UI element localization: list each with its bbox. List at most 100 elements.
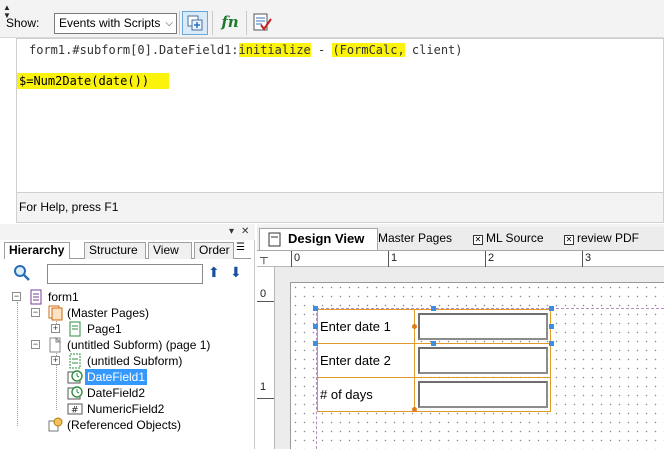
script-code-line[interactable]: $=Num2Date(date()) (17, 73, 170, 89)
show-events-dropdown[interactable]: Events with Scripts ⌵ (54, 13, 177, 34)
close-icon[interactable]: ✕ (564, 235, 574, 245)
form-icon (30, 289, 42, 305)
hierarchy-panel: ▾ ✕ Hierarchy Structure View Order ☰ ⬆ ⬇… (0, 224, 255, 449)
insert-script-icon (187, 15, 203, 31)
tab-structure[interactable]: Structure (84, 242, 146, 259)
help-text: For Help, press F1 (19, 200, 119, 214)
check-script-syntax-button[interactable] (250, 11, 276, 35)
tree-item-label: (untitled Subform) (page 1) (67, 338, 211, 352)
date-field-icon (67, 386, 83, 400)
tab-design-view[interactable]: Design View (259, 228, 378, 250)
referenced-objects-icon (48, 417, 63, 432)
script-header: form1.#subform[0].DateField1:initialize … (29, 43, 463, 57)
ruler-tick (291, 251, 292, 267)
hierarchy-search-input[interactable] (47, 264, 203, 284)
script-editor[interactable]: form1.#subform[0].DateField1:initialize … (16, 38, 664, 193)
tab-view-label: View (153, 243, 179, 257)
expand-icon[interactable]: + (51, 356, 60, 365)
resize-handle[interactable] (549, 341, 554, 346)
anchor-point (412, 407, 417, 412)
tab-structure-label: Structure (89, 243, 138, 257)
panel-close-icon[interactable]: ✕ (241, 226, 249, 237)
toolbar-separator (212, 11, 213, 35)
field-caption: # of days (318, 378, 415, 411)
ruler-h-label: 1 (391, 252, 398, 264)
script-run-at: client) (404, 43, 463, 57)
move-down-icon[interactable]: ⬇ (230, 264, 242, 281)
horizontal-ruler: ┬ 0 1 2 3 (257, 250, 664, 267)
ruler-h-label: 3 (585, 252, 592, 264)
collapse-icon[interactable]: − (12, 292, 21, 301)
tab-preview-pdf-label: review PDF (577, 231, 640, 245)
page-icon (69, 321, 81, 337)
tree-item-label: Page1 (87, 322, 122, 336)
check-syntax-icon (253, 13, 272, 31)
resize-handle[interactable] (431, 306, 436, 311)
tab-master-pages[interactable]: Master Pages (378, 228, 466, 250)
functions-icon: fn (221, 13, 239, 31)
field-value-box[interactable] (418, 347, 548, 374)
panel-menu-icon[interactable]: ▾ (229, 226, 234, 237)
tab-xml-source[interactable]: ✕ ML Source (473, 228, 557, 250)
tree-item-label: (Referenced Objects) (67, 418, 182, 432)
ruler-v-label: 0 (260, 288, 267, 300)
resize-handle[interactable] (549, 306, 554, 311)
date-field-1[interactable]: Enter date 1 (317, 309, 551, 344)
date-field-2[interactable]: Enter date 2 (317, 343, 551, 378)
field-value-box[interactable] (418, 381, 548, 408)
tree-item-label: (untitled Subform) (87, 354, 183, 368)
tab-xml-source-label: ML Source (486, 231, 544, 245)
field-caption: Enter date 1 (318, 310, 415, 343)
ruler-tick (257, 301, 274, 302)
tab-order-label: Order (199, 243, 230, 257)
show-events-value: Events with Scripts (59, 16, 161, 30)
date-field-icon (67, 370, 83, 384)
tree-item-label: NumericField2 (87, 402, 165, 416)
panel-title-bar: ▾ ✕ (0, 224, 255, 240)
vertical-ruler: 0 1 (257, 267, 275, 449)
tab-order[interactable]: Order (194, 242, 234, 259)
tree-item-label: form1 (48, 290, 79, 304)
script-object-path: form1.#subform[0].DateField1: (29, 43, 239, 57)
numeric-field[interactable]: # of days (317, 377, 551, 412)
script-language: (FormCalc, (332, 43, 405, 57)
status-bar: For Help, press F1 (16, 193, 664, 223)
ruler-tick (257, 398, 274, 399)
move-up-icon[interactable]: ⬆ (208, 264, 220, 281)
close-icon[interactable]: ✕ (473, 235, 483, 245)
resize-handle[interactable] (313, 324, 318, 329)
tab-preview-pdf[interactable]: ✕ review PDF (564, 228, 664, 250)
subform-page-icon (49, 337, 62, 353)
field-value-box[interactable] (418, 313, 548, 340)
numeric-field-icon: # (67, 403, 83, 416)
show-label: Show: (6, 16, 40, 30)
search-icon[interactable] (13, 264, 31, 282)
expand-icon[interactable]: + (51, 324, 60, 333)
tree-item-label: DateField2 (87, 386, 146, 400)
ruler-tick (485, 251, 486, 267)
tab-design-view-label: Design View (288, 231, 365, 246)
toolbar-separator (179, 11, 180, 35)
design-area: Design View Master Pages ✕ ML Source ✕ rev… (257, 224, 664, 449)
collapse-icon[interactable]: − (31, 340, 40, 349)
tab-hierarchy[interactable]: Hierarchy (4, 242, 70, 259)
tab-hierarchy-label: Hierarchy (9, 243, 65, 257)
tab-view[interactable]: View (148, 242, 192, 259)
collapse-icon[interactable]: − (31, 308, 40, 317)
toolbar-separator (246, 11, 247, 35)
master-pages-icon (48, 305, 63, 321)
insert-script-button[interactable] (182, 11, 208, 35)
resize-handle[interactable] (431, 341, 436, 346)
resize-handle[interactable] (313, 341, 318, 346)
ruler-tick (388, 251, 389, 267)
tree-item-label: DateField1 (85, 369, 148, 385)
resize-handle[interactable] (549, 324, 554, 329)
svg-text:#: # (71, 406, 79, 416)
functions-button[interactable]: fn (217, 11, 243, 35)
tab-overflow-icon[interactable]: ☰ (236, 242, 245, 253)
subform-icon (69, 353, 81, 369)
anchor-point (412, 324, 417, 329)
resize-handle[interactable] (313, 306, 318, 311)
script-editor-toolbar: ▲ ▼ Show: Events with Scripts ⌵ fn (0, 0, 664, 38)
field-caption: Enter date 2 (318, 344, 415, 377)
